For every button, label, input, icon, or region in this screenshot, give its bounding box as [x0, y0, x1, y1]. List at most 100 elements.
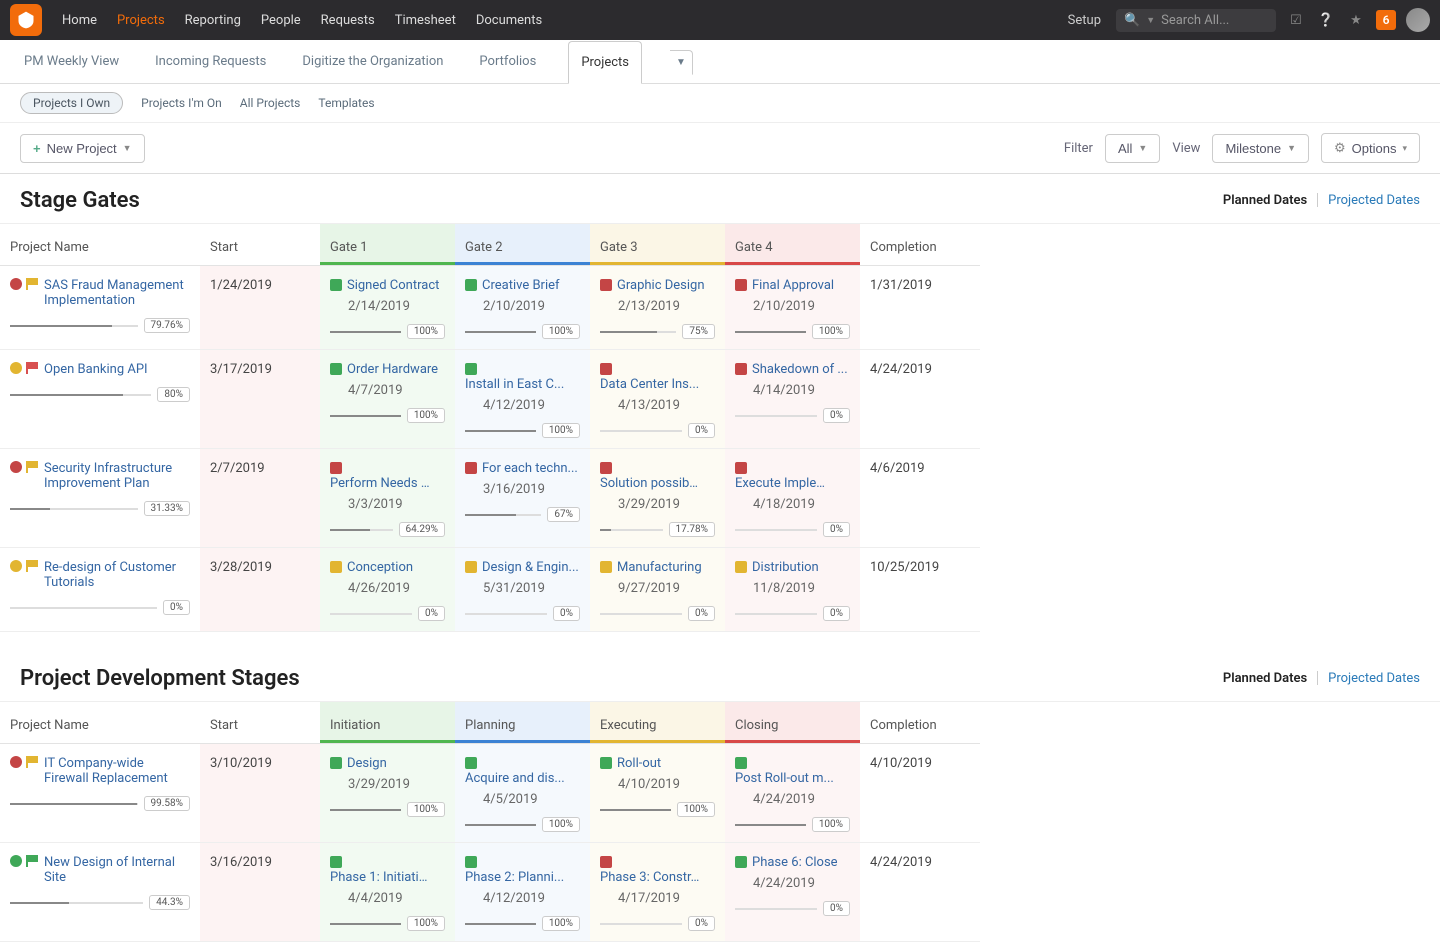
nav-requests[interactable]: Requests [321, 13, 375, 28]
nav-documents[interactable]: Documents [476, 13, 542, 28]
tab-pm-weekly-view[interactable]: PM Weekly View [20, 40, 123, 83]
avatar[interactable] [1406, 8, 1430, 32]
project-link[interactable]: Security Infrastructure Improvement Plan [44, 461, 190, 491]
progress-value: 80% [157, 387, 190, 402]
gate-link[interactable]: Signed Contract [347, 278, 439, 293]
planned-dates-toggle[interactable]: Planned Dates [1223, 193, 1307, 208]
completion-date: 4/24/2019 [870, 362, 932, 377]
help-icon[interactable]: ❔ [1316, 10, 1336, 30]
gate-link[interactable]: Manufacturing [617, 560, 702, 575]
view-dropdown[interactable]: Milestone ▼ [1212, 134, 1309, 163]
section-title: Project Development Stages [20, 666, 1223, 691]
section-title: Stage Gates [20, 188, 1223, 213]
tab-portfolios[interactable]: Portfolios [475, 40, 540, 83]
nav-timesheet[interactable]: Timesheet [395, 13, 456, 28]
gate-progress: 75% [682, 324, 715, 339]
project-link[interactable]: IT Company-wide Firewall Replacement [44, 756, 190, 786]
flag-icon [26, 461, 38, 473]
search-placeholder: Search All... [1161, 13, 1229, 28]
project-link[interactable]: Re-design of Customer Tutorials [44, 560, 190, 590]
gate-link[interactable]: Phase 2: Planni... [465, 870, 564, 885]
completion-date: 1/31/2019 [870, 278, 932, 293]
gate-link[interactable]: Solution possibi... [600, 476, 700, 491]
gate-link[interactable]: Final Approval [752, 278, 834, 293]
tab-dropdown[interactable]: ▼ [670, 50, 693, 75]
completion-cell: 4/24/2019 [860, 350, 980, 449]
gate-cell: Phase 6: Close4/24/20190% [725, 843, 860, 942]
gate-progress: 0% [688, 606, 715, 621]
projected-dates-toggle[interactable]: Projected Dates [1328, 671, 1420, 686]
view-label: View [1172, 141, 1200, 156]
gate-status-icon [330, 561, 342, 573]
gate-status-icon [735, 561, 747, 573]
gate-status-icon [600, 462, 612, 474]
subtab-projects-i'm-on[interactable]: Projects I'm On [141, 96, 222, 110]
gate-link[interactable]: Post Roll-out m... [735, 771, 834, 786]
notification-badge[interactable]: 6 [1376, 10, 1396, 30]
gate-link[interactable]: Perform Needs ... [330, 476, 430, 491]
tab-digitize-the-organization[interactable]: Digitize the Organization [298, 40, 447, 83]
gate-link[interactable]: For each techn... [482, 461, 578, 476]
progress-value: 79.76% [144, 318, 190, 333]
gate-link[interactable]: Install in East C... [465, 377, 564, 392]
star-icon[interactable]: ★ [1346, 10, 1366, 30]
nav-people[interactable]: People [261, 13, 301, 28]
gate-cell: Execute Implem...4/18/20190% [725, 449, 860, 548]
gate-link[interactable]: Graphic Design [617, 278, 705, 293]
gate-link[interactable]: Design [347, 756, 387, 771]
flag-icon [26, 560, 38, 572]
gate-status-icon [600, 757, 612, 769]
projected-dates-toggle[interactable]: Projected Dates [1328, 193, 1420, 208]
gate-link[interactable]: Data Center Ins... [600, 377, 699, 392]
gear-icon: ⚙ [1334, 140, 1346, 156]
gate-link[interactable]: Design & Engin... [482, 560, 579, 575]
gate-link[interactable]: Order Hardware [347, 362, 438, 377]
gate-link[interactable]: Shakedown of ... [752, 362, 848, 377]
divider [1317, 193, 1318, 207]
subtab-templates[interactable]: Templates [318, 96, 374, 110]
start-date: 3/28/2019 [210, 560, 272, 575]
gate-date: 3/16/2019 [483, 482, 580, 497]
search-input[interactable]: 🔍 ▼ Search All... [1116, 9, 1276, 32]
project-link[interactable]: SAS Fraud Management Implementation [44, 278, 190, 308]
gate-link[interactable]: Phase 6: Close [752, 855, 838, 870]
project-link[interactable]: Open Banking API [44, 362, 190, 377]
nav-projects[interactable]: Projects [117, 13, 165, 28]
gate-progress: 100% [542, 324, 580, 339]
gate-link[interactable]: Phase 1: Initiation [330, 870, 430, 885]
app-logo[interactable] [10, 4, 42, 36]
gate-progress: 64.29% [399, 522, 445, 537]
nav-reporting[interactable]: Reporting [185, 13, 241, 28]
completion-date: 4/24/2019 [870, 855, 932, 870]
options-button[interactable]: ⚙ Options ▾ [1321, 133, 1420, 163]
planned-dates-toggle[interactable]: Planned Dates [1223, 671, 1307, 686]
setup-link[interactable]: Setup [1068, 13, 1101, 28]
checkbox-icon[interactable]: ☑ [1286, 10, 1306, 30]
gate-date: 4/17/2019 [618, 891, 715, 906]
gate-link[interactable]: Roll-out [617, 756, 661, 771]
new-project-button[interactable]: + New Project ▼ [20, 134, 145, 163]
sub-tabs: Projects I Own Projects I'm On All Project… [0, 84, 1440, 123]
progress-value: 44.3% [149, 895, 190, 910]
main-tabs: PM Weekly View Incoming Requests Digitize … [0, 40, 1440, 84]
gate-status-icon [600, 561, 612, 573]
project-cell: IT Company-wide Firewall Replacement 99.5… [0, 744, 200, 843]
gate-date: 5/31/2019 [483, 581, 580, 596]
gate-link[interactable]: Execute Implem... [735, 476, 835, 491]
filter-label: Filter [1064, 141, 1093, 156]
gate-link[interactable]: Creative Brief [482, 278, 560, 293]
progress-value: 99.58% [144, 796, 190, 811]
subtab-projects-i-own[interactable]: Projects I Own [20, 92, 123, 114]
new-project-label: New Project [47, 141, 117, 156]
tab-incoming-requests[interactable]: Incoming Requests [151, 40, 270, 83]
nav-home[interactable]: Home [62, 13, 97, 28]
gate-link[interactable]: Acquire and dis... [465, 771, 565, 786]
gate-link[interactable]: Distribution [752, 560, 819, 575]
subtab-all-projects[interactable]: All Projects [240, 96, 301, 110]
filter-dropdown[interactable]: All ▼ [1105, 134, 1160, 163]
gate-link[interactable]: Conception [347, 560, 413, 575]
gate-cell: Graphic Design2/13/201975% [590, 266, 725, 350]
project-link[interactable]: New Design of Internal Site [44, 855, 190, 885]
gate-link[interactable]: Phase 3: Constr... [600, 870, 700, 885]
tab-projects[interactable]: Projects [568, 41, 642, 84]
